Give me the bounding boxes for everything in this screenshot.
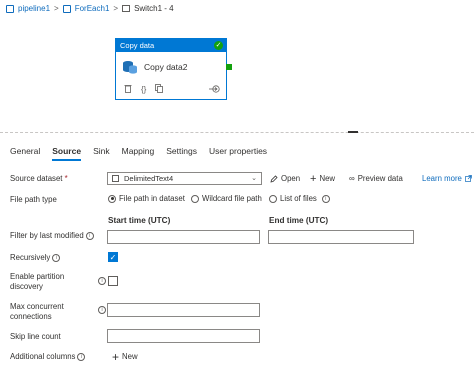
end-time-label: End time (UTC) bbox=[269, 216, 329, 225]
source-dataset-label-text: Source dataset bbox=[10, 174, 63, 183]
start-time-label: Start time (UTC) bbox=[108, 216, 171, 225]
preview-label: Preview data bbox=[357, 174, 403, 183]
tab-source[interactable]: Source bbox=[52, 146, 82, 161]
recursively-checkbox[interactable]: ✓ bbox=[108, 252, 118, 262]
delete-icon[interactable] bbox=[124, 84, 132, 95]
recursively-label: Recursively i bbox=[10, 253, 61, 262]
tab-mapping[interactable]: Mapping bbox=[122, 146, 155, 161]
radio-selected-icon bbox=[108, 194, 116, 203]
activity-type-label: Copy data bbox=[120, 41, 155, 50]
required-mark: * bbox=[64, 174, 68, 183]
breadcrumb-separator: > bbox=[54, 4, 59, 13]
radio-unselected-icon bbox=[191, 194, 199, 203]
max-concurrent-line1: Max concurrent bbox=[10, 302, 64, 311]
radio-wildcard-file-path[interactable]: Wildcard file path bbox=[191, 194, 262, 203]
new-dataset-button[interactable]: + New bbox=[310, 172, 336, 185]
dataset-icon bbox=[112, 175, 119, 182]
additional-columns-label: Additional columns i bbox=[10, 352, 86, 361]
radio-label: Wildcard file path bbox=[202, 194, 262, 203]
info-icon: i bbox=[52, 253, 61, 262]
code-icon[interactable]: {} bbox=[141, 85, 146, 94]
radio-list-of-files[interactable]: List of files i bbox=[269, 194, 330, 203]
recursively-text: Recursively bbox=[10, 253, 51, 262]
splitter-handle[interactable] bbox=[348, 131, 358, 133]
source-dataset-select[interactable]: DelimitedText4 ⌄ bbox=[107, 172, 262, 185]
radio-label: List of files bbox=[280, 194, 317, 203]
source-dataset-value: DelimitedText4 bbox=[124, 174, 174, 183]
activity-name: Copy data2 bbox=[144, 62, 188, 72]
info-icon: i bbox=[321, 194, 330, 203]
external-link-icon bbox=[465, 175, 472, 182]
check-circle-icon: ✓ bbox=[214, 41, 223, 50]
chevron-down-icon: ⌄ bbox=[251, 175, 257, 182]
start-time-input[interactable] bbox=[107, 230, 260, 244]
switch-icon bbox=[122, 5, 131, 12]
info-icon: i bbox=[98, 277, 106, 285]
breadcrumb-pipeline[interactable]: pipeline1 bbox=[18, 4, 50, 13]
max-concurrent-input[interactable] bbox=[107, 303, 260, 317]
foreach-icon bbox=[62, 4, 71, 13]
filter-last-modified-text: Filter by last modified bbox=[10, 231, 84, 240]
end-time-input[interactable] bbox=[268, 230, 414, 244]
radio-file-path-in-dataset[interactable]: File path in dataset bbox=[108, 194, 185, 203]
breadcrumb-foreach[interactable]: ForEach1 bbox=[75, 4, 110, 13]
max-concurrent-label: Max concurrent connections bbox=[10, 302, 64, 322]
enable-partition-line1: Enable partition bbox=[10, 272, 65, 281]
breadcrumb-separator: > bbox=[113, 4, 119, 13]
info-icon: i bbox=[85, 231, 94, 240]
info-icon: i bbox=[98, 306, 106, 314]
tab-user-properties[interactable]: User properties bbox=[209, 146, 267, 161]
radio-unselected-icon bbox=[269, 194, 277, 203]
learn-more-link[interactable]: Learn more bbox=[422, 174, 472, 183]
open-dataset-button[interactable]: Open bbox=[270, 174, 300, 183]
breadcrumb: pipeline1 > ForEach1 > Switch1 - 4 bbox=[6, 4, 174, 13]
go-arrow-icon[interactable] bbox=[209, 84, 220, 95]
activity-footer: {} bbox=[124, 84, 220, 95]
plus-icon: + bbox=[310, 172, 317, 185]
add-column-label: New bbox=[122, 352, 138, 361]
preview-data-button[interactable]: ∞ Preview data bbox=[349, 174, 403, 183]
filter-last-modified-label: Filter by last modified i bbox=[10, 231, 94, 240]
property-tabs: General Source Sink Mapping Settings Use… bbox=[10, 146, 279, 161]
add-column-button[interactable]: + New bbox=[112, 349, 138, 364]
panel-splitter[interactable] bbox=[0, 132, 474, 134]
activity-header: Copy data ✓ bbox=[116, 39, 226, 52]
plus-icon: + bbox=[112, 349, 120, 364]
skip-line-count-label: Skip line count bbox=[10, 332, 61, 341]
tab-sink[interactable]: Sink bbox=[93, 146, 110, 161]
copy-data-icon bbox=[123, 61, 137, 74]
enable-partition-line2: discovery bbox=[10, 282, 43, 291]
source-dataset-label: Source dataset * bbox=[10, 174, 68, 183]
copy-data-activity[interactable]: Copy data ✓ Copy data2 {} bbox=[115, 38, 227, 100]
activity-body: Copy data2 bbox=[122, 59, 187, 75]
radio-label: File path in dataset bbox=[119, 194, 185, 203]
new-label: New bbox=[319, 174, 336, 183]
copy-icon[interactable] bbox=[155, 84, 164, 95]
open-label: Open bbox=[281, 174, 301, 183]
glasses-icon: ∞ bbox=[349, 174, 355, 183]
tab-settings[interactable]: Settings bbox=[166, 146, 197, 161]
breadcrumb-current: Switch1 - 4 bbox=[134, 4, 174, 13]
pipeline-icon bbox=[6, 4, 14, 13]
activity-output-port[interactable] bbox=[226, 64, 232, 70]
info-icon: i bbox=[77, 352, 86, 361]
enable-partition-discovery-checkbox[interactable] bbox=[108, 276, 118, 286]
skip-line-count-input[interactable] bbox=[107, 329, 260, 343]
edit-icon bbox=[270, 174, 278, 183]
enable-partition-discovery-label: Enable partition discovery bbox=[10, 272, 64, 292]
file-path-type-label: File path type bbox=[10, 195, 57, 204]
additional-columns-text: Additional columns bbox=[10, 352, 76, 361]
max-concurrent-line2: connections bbox=[10, 312, 52, 321]
tab-general[interactable]: General bbox=[10, 146, 40, 161]
learn-more-label: Learn more bbox=[422, 174, 462, 183]
